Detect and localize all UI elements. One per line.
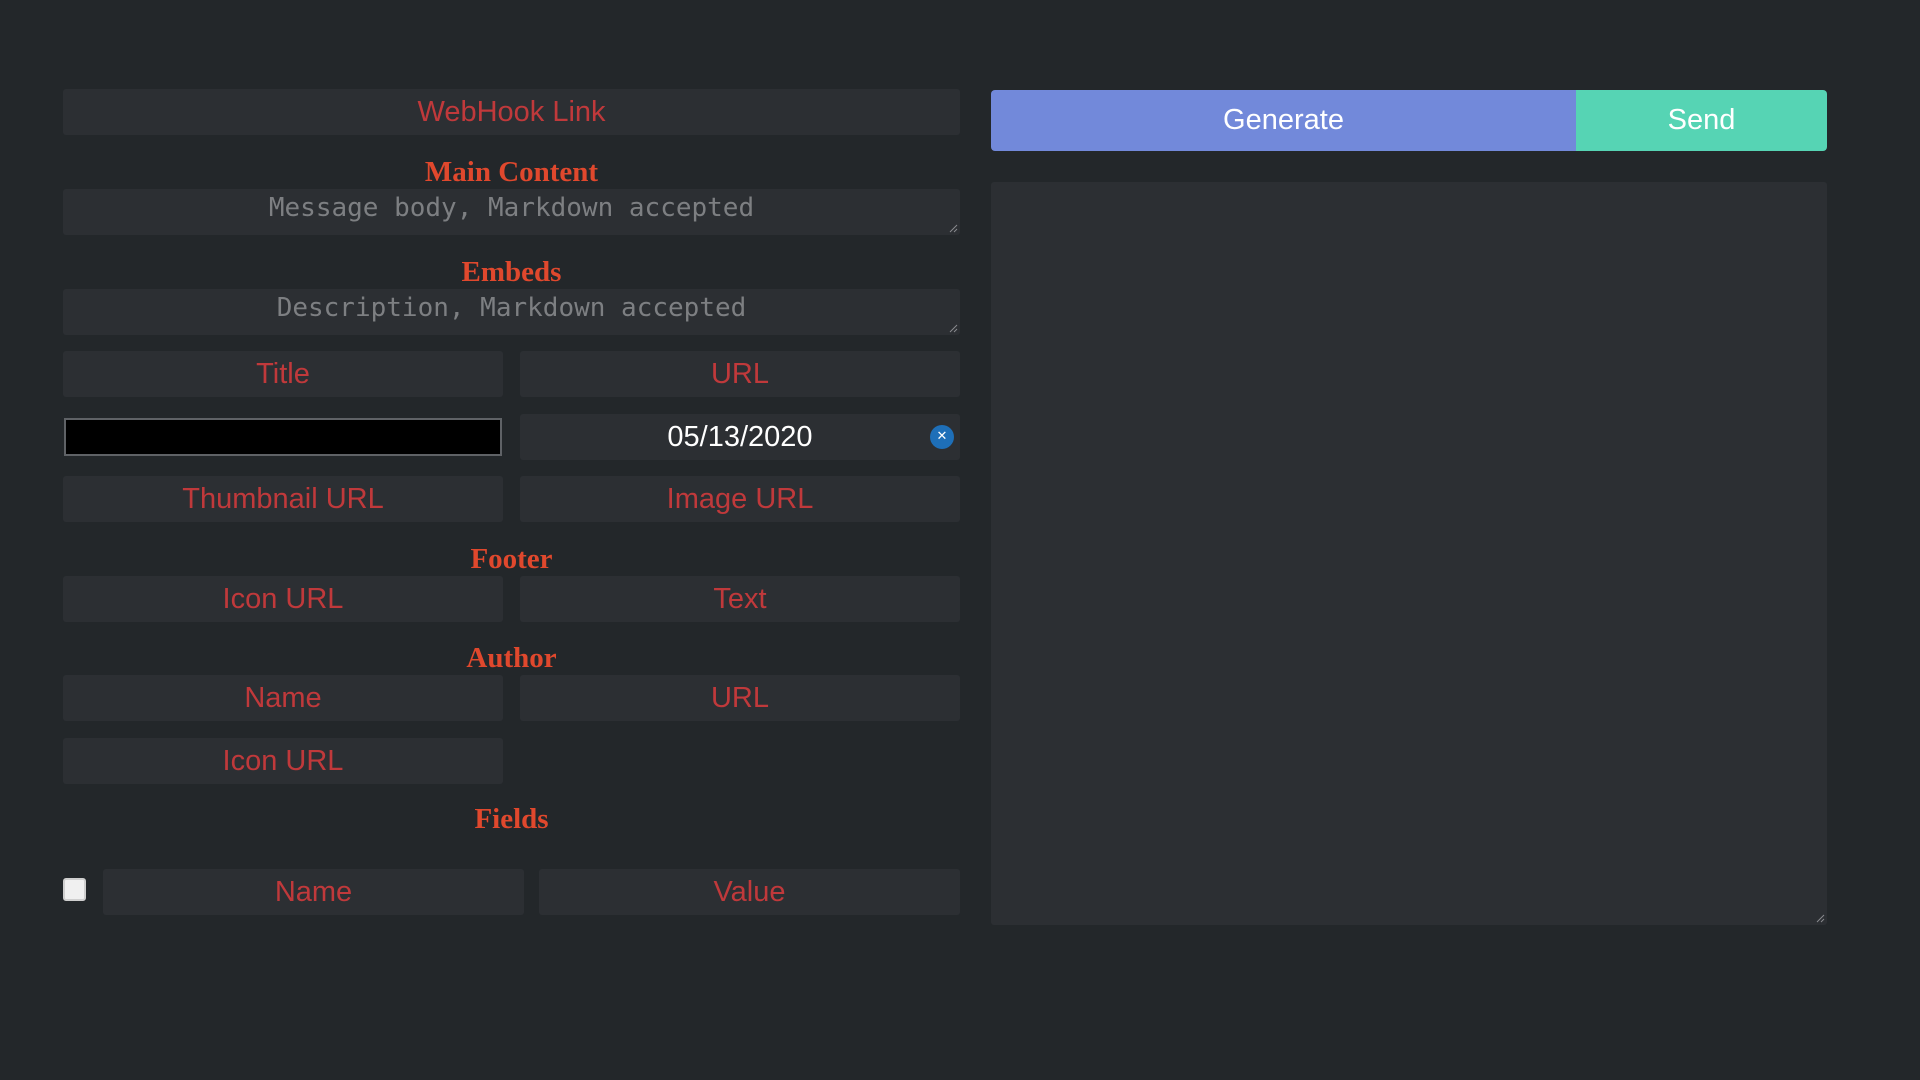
embed-title-placeholder: Title <box>256 357 310 390</box>
author-heading: Author <box>466 642 557 674</box>
resize-grip-icon[interactable] <box>948 223 958 233</box>
author-icon-url-input[interactable]: Icon URL <box>63 738 503 784</box>
embed-timestamp-value: 05/13/2020 <box>667 420 813 453</box>
author-url-placeholder: URL <box>710 681 769 714</box>
field-inline-checkbox[interactable] <box>63 878 86 901</box>
embed-image-url-input[interactable]: Image URL <box>520 476 960 522</box>
author-name-input[interactable]: Name <box>63 675 503 721</box>
clear-date-icon[interactable]: ✕ <box>930 425 954 449</box>
footer-icon-url-placeholder: Icon URL <box>222 582 344 615</box>
main-content-heading: Main Content <box>424 156 599 188</box>
field-value-input[interactable]: Value <box>539 869 960 915</box>
json-output-textarea[interactable] <box>991 182 1827 925</box>
footer-text-placeholder: Text <box>713 582 767 615</box>
send-button-label: Send <box>1667 104 1736 136</box>
resize-grip-icon[interactable] <box>1815 913 1825 923</box>
embed-timestamp-date-input[interactable]: 05/13/2020 ✕ <box>520 414 960 460</box>
embed-title-input[interactable]: Title <box>63 351 503 397</box>
webhook-link-input[interactable]: WebHook Link <box>63 89 960 135</box>
embed-url-placeholder: URL <box>710 357 769 390</box>
footer-heading: Footer <box>470 543 553 575</box>
embeds-heading: Embeds <box>461 256 562 288</box>
embed-description-textarea[interactable]: Description, Markdown accepted <box>63 289 960 335</box>
embed-thumbnail-url-input[interactable]: Thumbnail URL <box>63 476 503 522</box>
generate-button-label: Generate <box>1223 104 1344 136</box>
webhook-link-placeholder: WebHook Link <box>417 95 606 128</box>
embed-color-picker[interactable] <box>64 418 502 456</box>
embed-description-placeholder: Description, Markdown accepted <box>276 293 747 323</box>
field-name-input[interactable]: Name <box>103 869 524 915</box>
author-url-input[interactable]: URL <box>520 675 960 721</box>
resize-grip-icon[interactable] <box>948 323 958 333</box>
footer-icon-url-input[interactable]: Icon URL <box>63 576 503 622</box>
generate-button[interactable]: Generate <box>991 90 1576 151</box>
fields-heading: Fields <box>474 803 549 835</box>
main-content-placeholder: Message body, Markdown accepted <box>268 193 755 223</box>
author-name-placeholder: Name <box>244 681 322 714</box>
webhook-builder-page: WebHook Link Main Content Message body, … <box>0 0 1920 1080</box>
author-icon-url-placeholder: Icon URL <box>222 744 344 777</box>
main-content-textarea[interactable]: Message body, Markdown accepted <box>63 189 960 235</box>
embed-thumbnail-placeholder: Thumbnail URL <box>182 482 384 515</box>
field-name-placeholder: Name <box>274 875 353 908</box>
embed-url-input[interactable]: URL <box>520 351 960 397</box>
embed-image-placeholder: Image URL <box>666 482 814 515</box>
field-value-placeholder: Value <box>713 875 786 908</box>
footer-text-input[interactable]: Text <box>520 576 960 622</box>
send-button[interactable]: Send <box>1576 90 1827 151</box>
